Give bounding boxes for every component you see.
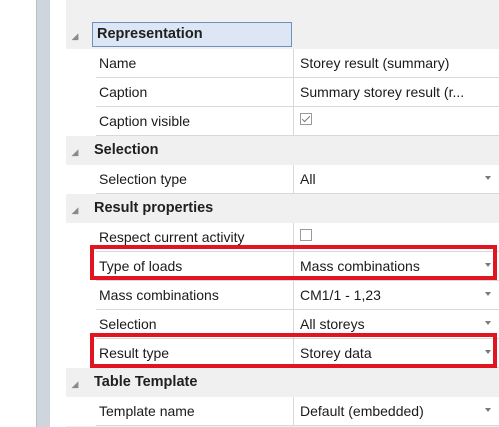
- selection-type-dropdown[interactable]: All: [294, 165, 499, 194]
- property-name: Caption visible: [96, 107, 294, 136]
- dropdown-value: All: [300, 171, 316, 187]
- category-label-table-template: Table Template: [94, 374, 198, 390]
- respect-current-activity-checkbox[interactable]: [300, 229, 312, 241]
- property-row-caption[interactable]: Caption Summary storey result (r...: [66, 78, 499, 107]
- property-row-caption-visible[interactable]: Caption visible: [66, 107, 499, 136]
- category-label-result-properties: Result properties: [94, 200, 214, 216]
- property-row-name[interactable]: Name Storey result (summary): [66, 49, 499, 78]
- dropdown-value: CM1/1 - 1,23: [300, 287, 381, 303]
- dropdown-arrow-icon[interactable]: [485, 176, 491, 180]
- property-name: Template name: [96, 397, 294, 426]
- property-name: Mass combinations: [96, 281, 294, 310]
- category-table-template[interactable]: ◢ Table Template: [66, 368, 499, 397]
- property-value[interactable]: Summary storey result (r...: [294, 78, 499, 107]
- property-row-selection-type[interactable]: Selection type All: [66, 165, 499, 194]
- panel-border: [36, 0, 50, 427]
- collapse-triangle-icon[interactable]: ◢: [68, 145, 82, 159]
- dropdown-arrow-icon[interactable]: [485, 408, 491, 412]
- highlight-box-result-type: [90, 333, 497, 368]
- collapse-triangle-icon[interactable]: ◢: [68, 377, 82, 391]
- category-selection[interactable]: ◢ Selection: [66, 136, 499, 165]
- template-name-dropdown[interactable]: Default (embedded): [294, 397, 499, 426]
- category-representation[interactable]: ◢ Representation: [66, 20, 499, 49]
- mass-combinations-dropdown[interactable]: CM1/1 - 1,23: [294, 281, 499, 310]
- property-row-mass-combinations[interactable]: Mass combinations CM1/1 - 1,23: [66, 281, 499, 310]
- dropdown-value: Default (embedded): [300, 403, 424, 419]
- dropdown-arrow-icon[interactable]: [485, 292, 491, 296]
- category-result-properties[interactable]: ◢ Result properties: [66, 194, 499, 223]
- caption-visible-checkbox[interactable]: [300, 113, 312, 125]
- property-row-template-name[interactable]: Template name Default (embedded): [66, 397, 499, 426]
- property-value-cell: [294, 107, 499, 136]
- property-value[interactable]: Storey result (summary): [294, 49, 499, 78]
- property-name: Selection type: [96, 165, 294, 194]
- property-name: Caption: [96, 78, 294, 107]
- grid-indent: [50, 0, 66, 427]
- highlight-box-type-of-loads: [90, 245, 497, 280]
- collapse-triangle-icon[interactable]: ◢: [68, 29, 82, 43]
- dropdown-arrow-icon[interactable]: [485, 321, 491, 325]
- category-label-representation: Representation: [92, 22, 292, 47]
- category-label-selection: Selection: [94, 142, 159, 158]
- dropdown-value: All storeys: [300, 316, 365, 332]
- property-name: Name: [96, 49, 294, 78]
- collapse-triangle-icon[interactable]: ◢: [68, 203, 82, 217]
- left-margin: [0, 0, 36, 427]
